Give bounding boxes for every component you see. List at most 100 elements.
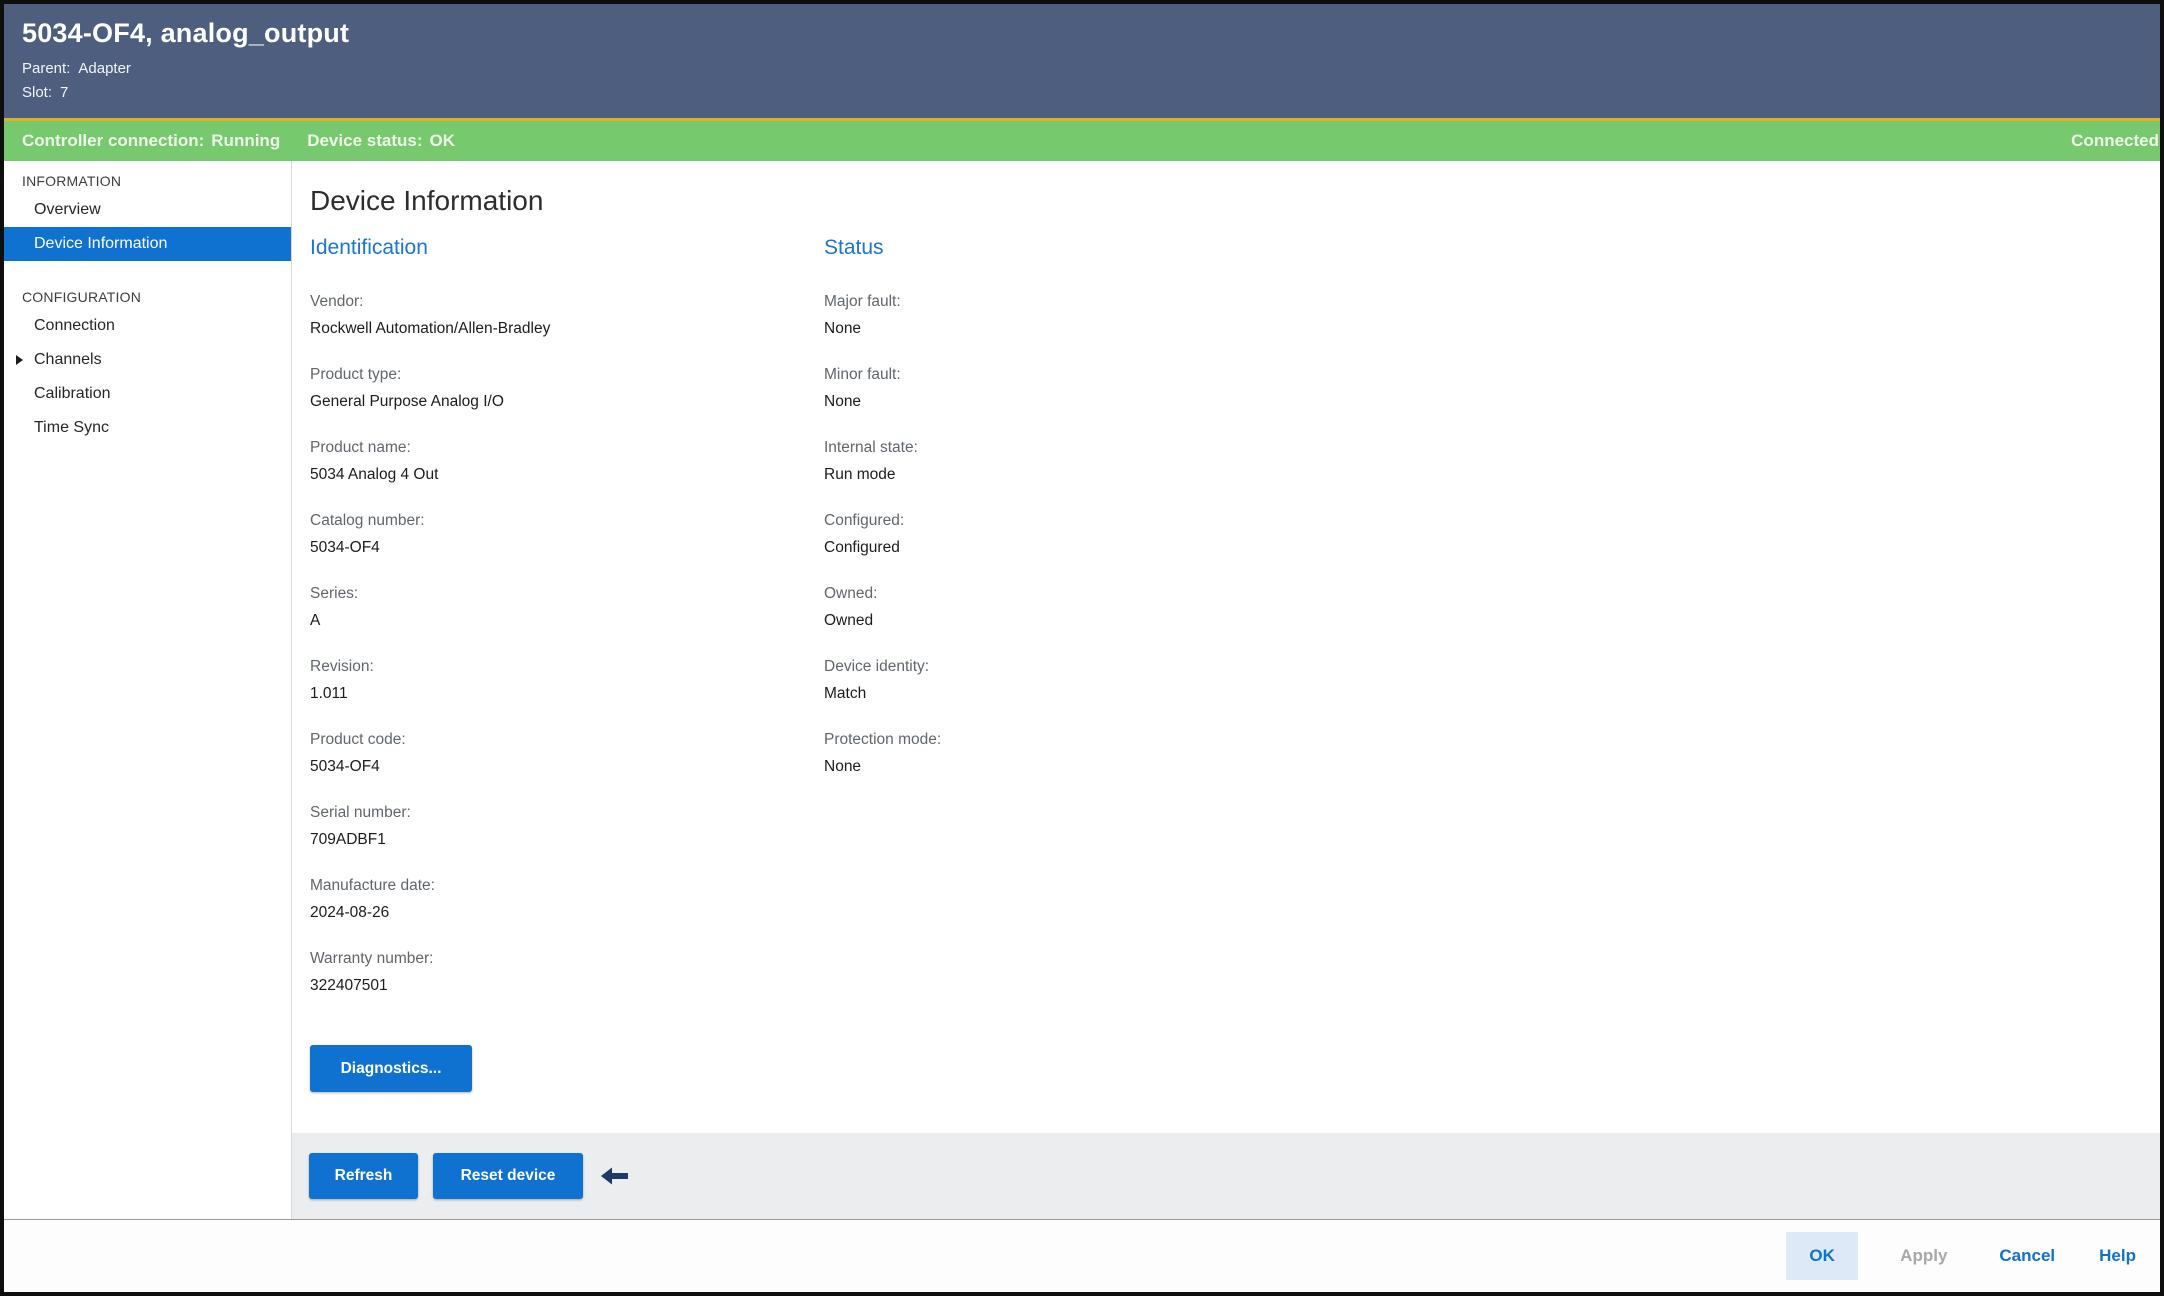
sidebar-item-calibration[interactable]: Calibration	[4, 377, 291, 411]
parent-line: Parent: Adapter	[22, 57, 2142, 81]
field-value: None	[824, 320, 862, 337]
sidebar-item-label: Device Information	[34, 235, 168, 252]
sidebar-item-time-sync[interactable]: Time Sync	[4, 411, 291, 445]
device-action-bar: Refresh Reset device	[292, 1133, 2160, 1219]
field-label: Protection mode:	[824, 731, 942, 748]
dialog-footer: OK Apply Cancel Help	[4, 1220, 2160, 1292]
field-owned: Owned: Owned	[824, 581, 2160, 634]
device-information-panel: Device Information Identification Vendor…	[292, 161, 2160, 1133]
field-value: None	[824, 758, 862, 775]
help-button[interactable]: Help	[2093, 1232, 2142, 1280]
identification-heading: Identification	[310, 236, 428, 259]
main-content: Device Information Identification Vendor…	[292, 161, 2160, 1219]
identification-column: Identification Vendor: Rockwell Automati…	[310, 233, 824, 1092]
field-label: Manufacture date:	[310, 877, 435, 894]
device-properties-window: 5034-OF4, analog_output Parent: Adapter S…	[0, 0, 2164, 1296]
field-value: Run mode	[824, 466, 896, 483]
device-status-value: OK	[429, 131, 455, 150]
slot-label: Slot:	[22, 84, 53, 101]
field-value: 5034-OF4	[310, 758, 380, 775]
field-major-fault: Major fault: None	[824, 289, 2160, 342]
field-manufacture-date: Manufacture date: 2024-08-26	[310, 873, 824, 926]
field-label: Device identity:	[824, 658, 930, 675]
reset-device-button[interactable]: Reset device	[433, 1153, 583, 1199]
field-label: Owned:	[824, 585, 878, 602]
sidebar-item-label: Time Sync	[34, 419, 109, 436]
field-value: 5034-OF4	[310, 539, 380, 556]
field-protection-mode: Protection mode: None	[824, 727, 2160, 780]
field-label: Revision:	[310, 658, 374, 675]
field-value: A	[310, 612, 321, 629]
parent-value: Adapter	[78, 60, 131, 77]
field-label: Warranty number:	[310, 950, 434, 967]
sidebar-item-label: Channels	[34, 351, 102, 368]
sidebar-item-channels[interactable]: Channels	[4, 343, 291, 377]
field-catalog-number: Catalog number: 5034-OF4	[310, 508, 824, 561]
field-label: Series:	[310, 585, 359, 602]
connection-status-bar: Controller connection: Running Device sta…	[4, 121, 2160, 161]
controller-connection-status: Controller connection: Running	[22, 131, 280, 151]
field-label: Serial number:	[310, 804, 411, 821]
status-column: Status Major fault: None Minor fault: No…	[824, 233, 2160, 1092]
device-status-label: Device status:	[307, 131, 423, 150]
cancel-button[interactable]: Cancel	[1989, 1232, 2065, 1280]
field-value: 1.011	[310, 685, 348, 702]
field-value: Rockwell Automation/Allen-Bradley	[310, 320, 551, 337]
controller-connection-label: Controller connection:	[22, 131, 205, 150]
slot-value: 7	[60, 84, 69, 101]
sidebar-item-label: Overview	[34, 201, 101, 218]
sidebar-section-information: INFORMATION	[22, 173, 122, 189]
field-value: Configured	[824, 539, 900, 556]
device-status: Device status: OK	[307, 131, 455, 151]
field-vendor: Vendor: Rockwell Automation/Allen-Bradle…	[310, 289, 824, 342]
field-configured: Configured: Configured	[824, 508, 2160, 561]
slot-line: Slot: 7	[22, 81, 2142, 105]
field-warranty-number: Warranty number: 322407501	[310, 946, 824, 999]
field-label: Configured:	[824, 512, 905, 529]
field-value: 709ADBF1	[310, 831, 386, 848]
dialog-body: INFORMATION Overview Device Information …	[4, 161, 2160, 1219]
field-value: Match	[824, 685, 867, 702]
sidebar-item-connection[interactable]: Connection	[4, 309, 291, 343]
apply-button: Apply	[1886, 1232, 1961, 1280]
field-value: 322407501	[310, 977, 388, 994]
info-columns: Identification Vendor: Rockwell Automati…	[310, 233, 2160, 1092]
ok-button[interactable]: OK	[1786, 1232, 1859, 1280]
field-internal-state: Internal state: Run mode	[824, 435, 2160, 488]
field-minor-fault: Minor fault: None	[824, 362, 2160, 415]
title-bar: 5034-OF4, analog_output Parent: Adapter S…	[4, 4, 2160, 118]
field-serial-number: Serial number: 709ADBF1	[310, 800, 824, 853]
sidebar-item-label: Connection	[34, 317, 115, 334]
field-product-name: Product name: 5034 Analog 4 Out	[310, 435, 824, 488]
field-label: Internal state:	[824, 439, 918, 456]
field-device-identity: Device identity: Match	[824, 654, 2160, 707]
connection-state-badge: Connected	[2071, 131, 2159, 150]
parent-label: Parent:	[22, 60, 71, 77]
page-title: Device Information	[310, 185, 544, 216]
callout-left-arrow-icon	[601, 1167, 628, 1185]
controller-connection-value: Running	[211, 131, 281, 150]
sidebar-item-label: Calibration	[34, 385, 111, 402]
field-product-code: Product code: 5034-OF4	[310, 727, 824, 780]
sidebar-item-device-information[interactable]: Device Information	[4, 227, 291, 261]
field-label: Product code:	[310, 731, 406, 748]
window-title: 5034-OF4, analog_output	[22, 18, 350, 48]
sidebar: INFORMATION Overview Device Information …	[4, 161, 292, 1219]
field-label: Minor fault:	[824, 366, 901, 383]
field-label: Major fault:	[824, 293, 901, 310]
window-body: 5034-OF4, analog_output Parent: Adapter S…	[4, 4, 2160, 1292]
expand-arrow-icon[interactable]	[16, 355, 23, 365]
field-value: None	[824, 393, 862, 410]
field-label: Catalog number:	[310, 512, 425, 529]
sidebar-item-overview[interactable]: Overview	[4, 193, 291, 227]
field-label: Product type:	[310, 366, 402, 383]
field-value: 2024-08-26	[310, 904, 390, 921]
field-product-type: Product type: General Purpose Analog I/O	[310, 362, 824, 415]
field-label: Product name:	[310, 439, 411, 456]
field-value: General Purpose Analog I/O	[310, 393, 504, 410]
field-series: Series: A	[310, 581, 824, 634]
diagnostics-button[interactable]: Diagnostics...	[310, 1045, 472, 1092]
field-revision: Revision: 1.011	[310, 654, 824, 707]
refresh-button[interactable]: Refresh	[309, 1153, 418, 1199]
sidebar-section-configuration: CONFIGURATION	[22, 289, 142, 305]
